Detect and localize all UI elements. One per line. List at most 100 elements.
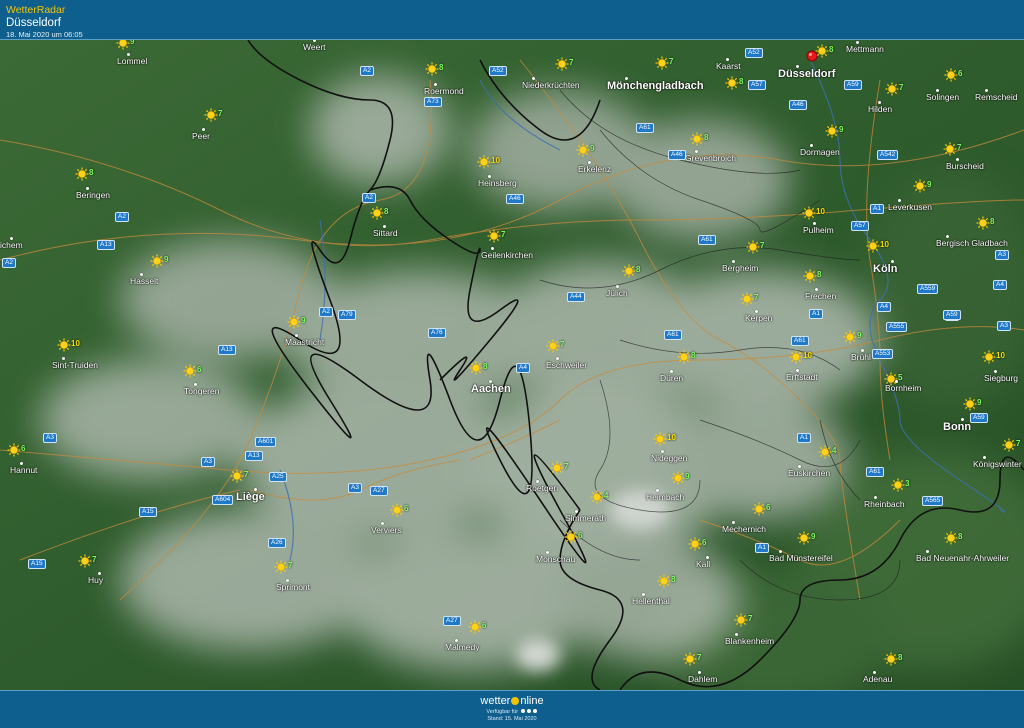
city-label-bergisch-gladbach[interactable]: Bergisch Gladbach — [936, 238, 1008, 248]
sun-icon — [825, 124, 839, 138]
city-label-geilenkirchen[interactable]: Geilenkirchen — [481, 250, 533, 260]
sun-icon — [891, 478, 905, 492]
city-label-kerpen[interactable]: Kerpen — [745, 313, 772, 323]
city-label-weert[interactable]: Weert — [303, 42, 326, 52]
city-label-maastricht[interactable]: Maastricht — [285, 337, 324, 347]
road-shield: A46 — [668, 150, 686, 160]
road-shield: A3 — [201, 457, 215, 467]
temperature-value: 10 — [667, 433, 676, 442]
city-label-leverkusen[interactable]: Leverkusen — [888, 202, 932, 212]
city-label-liege[interactable]: Liège — [236, 491, 265, 503]
city-label-kaarst[interactable]: Kaarst — [716, 61, 741, 71]
city-label-mettmann[interactable]: Mettmann — [846, 44, 884, 54]
city-label-sprimont[interactable]: Sprimont — [276, 582, 310, 592]
city-label-julich[interactable]: Jülich — [606, 288, 628, 298]
city-label-frechen[interactable]: Frechen — [805, 291, 836, 301]
road-shield: A2 — [319, 307, 333, 317]
city-label-malmedy[interactable]: Malmedy — [445, 642, 479, 652]
city-label-bad-neuenahr-ahrweiler[interactable]: Bad Neuenahr-Ahrweiler — [916, 553, 1009, 563]
city-label-solingen[interactable]: Solingen — [926, 92, 959, 102]
city-label-bornheim[interactable]: Bornheim — [885, 383, 921, 393]
city-label-eschweiler[interactable]: Eschweiler — [546, 360, 587, 370]
temperature-value: 9 — [927, 180, 932, 189]
city-label-bonn[interactable]: Bonn — [943, 421, 971, 433]
city-label-sint-truiden[interactable]: Sint-Truiden — [52, 360, 98, 370]
city-label-siegburg[interactable]: Siegburg — [984, 373, 1018, 383]
road-shield: A61 — [698, 235, 716, 245]
temperature-value: 9 — [977, 398, 982, 407]
city-label-simmerath[interactable]: Simmerath — [565, 513, 606, 523]
city-label-pulheim[interactable]: Pulheim — [803, 225, 834, 235]
city-label-monchengladbach[interactable]: Mönchengladbach — [607, 80, 704, 92]
temperature-value: 8 — [898, 653, 903, 662]
city-label-monschau[interactable]: Monschau — [536, 554, 575, 564]
city-label-beringen[interactable]: Beringen — [76, 190, 110, 200]
city-label-mechernich[interactable]: Mechernich — [722, 524, 766, 534]
sun-icon — [655, 56, 669, 70]
temperature-value: 9 — [857, 331, 862, 340]
road-shield: A15 — [139, 507, 157, 517]
city-label-kall[interactable]: Kall — [696, 559, 710, 569]
sun-icon — [116, 40, 130, 50]
city-label-hannut[interactable]: Hannut — [10, 465, 37, 475]
city-label-erkelenz[interactable]: Erkelenz — [578, 164, 611, 174]
sun-icon — [677, 350, 691, 364]
city-label-tongeren[interactable]: Tongeren — [184, 386, 219, 396]
city-label-adenau[interactable]: Adenau — [863, 674, 892, 684]
temperature-value: 9 — [164, 255, 169, 264]
road-shield: A15 — [28, 559, 46, 569]
city-label-burscheid[interactable]: Burscheid — [946, 161, 984, 171]
city-label-remscheid[interactable]: Remscheid — [975, 92, 1018, 102]
sun-icon — [963, 397, 977, 411]
city-label-niederkruchten[interactable]: Niederkrüchten — [522, 80, 580, 90]
city-label-bad-munstereifel[interactable]: Bad Münstereifel — [769, 553, 833, 563]
city-label-heinsberg[interactable]: Heinsberg — [478, 178, 517, 188]
city-label-euskirchen[interactable]: Euskirchen — [788, 468, 830, 478]
city-label-nideggen[interactable]: Nideggen — [651, 453, 687, 463]
city-label-ichem[interactable]: ichem — [0, 240, 23, 250]
city-label-dormagen[interactable]: Dormagen — [800, 147, 840, 157]
city-label-grevenbroich[interactable]: Grevenbroich — [685, 153, 736, 163]
windows-icon[interactable] — [532, 709, 537, 713]
city-label-lommel[interactable]: Lommel — [117, 56, 147, 66]
city-label-koln[interactable]: Köln — [873, 263, 897, 275]
road-shield: A27 — [370, 486, 388, 496]
temperature-value: 7 — [957, 143, 962, 152]
city-label-aachen[interactable]: Aachen — [471, 383, 511, 395]
sun-icon — [75, 167, 89, 181]
location-title: Düsseldorf — [6, 17, 61, 29]
city-label-hilden[interactable]: Hilden — [868, 104, 892, 114]
city-label-roetgen[interactable]: Roetgen — [526, 483, 558, 493]
radar-map[interactable]: 9 8 7 7 8 8 6 7 7 9 8 7 8 9 10 9 8 10 8 7 10 7 9 8 8 7 9 9 10 7 8 6 10 10… — [0, 40, 1024, 690]
city-label-bruhl[interactable]: Brühl — [851, 352, 871, 362]
temperature-value: 4 — [832, 446, 837, 455]
city-label-sittard[interactable]: Sittard — [373, 228, 398, 238]
temperature-value: 7 — [899, 83, 904, 92]
city-label-hellenthal[interactable]: Hellenthal — [632, 596, 670, 606]
city-label-roermond[interactable]: Roermond — [424, 86, 464, 96]
sun-icon — [622, 264, 636, 278]
city-label-verviers[interactable]: Verviers — [371, 525, 402, 535]
sun-icon — [653, 432, 667, 446]
city-label-heimbach[interactable]: Heimbach — [646, 492, 684, 502]
temperature-value: 8 — [829, 45, 834, 54]
temperature-value: 8 — [384, 207, 389, 216]
city-label-peer[interactable]: Peer — [192, 131, 210, 141]
city-label-konigswinter[interactable]: Königswinter — [973, 459, 1022, 469]
city-label-dahlem[interactable]: Dahlem — [688, 674, 717, 684]
sun-icon — [740, 292, 754, 306]
brand-logo[interactable]: wetter nline — [0, 695, 1024, 707]
city-label-hasselt[interactable]: Hasselt — [130, 276, 158, 286]
city-label-blankenheim[interactable]: Blankenheim — [725, 636, 774, 646]
city-label-duren[interactable]: Düren — [660, 373, 683, 383]
temperature-value: 7 — [760, 241, 765, 250]
android-icon[interactable] — [526, 709, 531, 713]
apple-icon[interactable] — [520, 709, 525, 713]
city-label-dusseldorf[interactable]: Düsseldorf — [778, 68, 835, 80]
city-label-rheinbach[interactable]: Rheinbach — [864, 499, 905, 509]
city-label-huy[interactable]: Huy — [88, 575, 103, 585]
temperature-value: 9 — [590, 144, 595, 153]
temperature-value: 6 — [958, 69, 963, 78]
city-label-erftstadt[interactable]: Erftstadt — [786, 372, 818, 382]
city-label-bergheim[interactable]: Bergheim — [722, 263, 758, 273]
